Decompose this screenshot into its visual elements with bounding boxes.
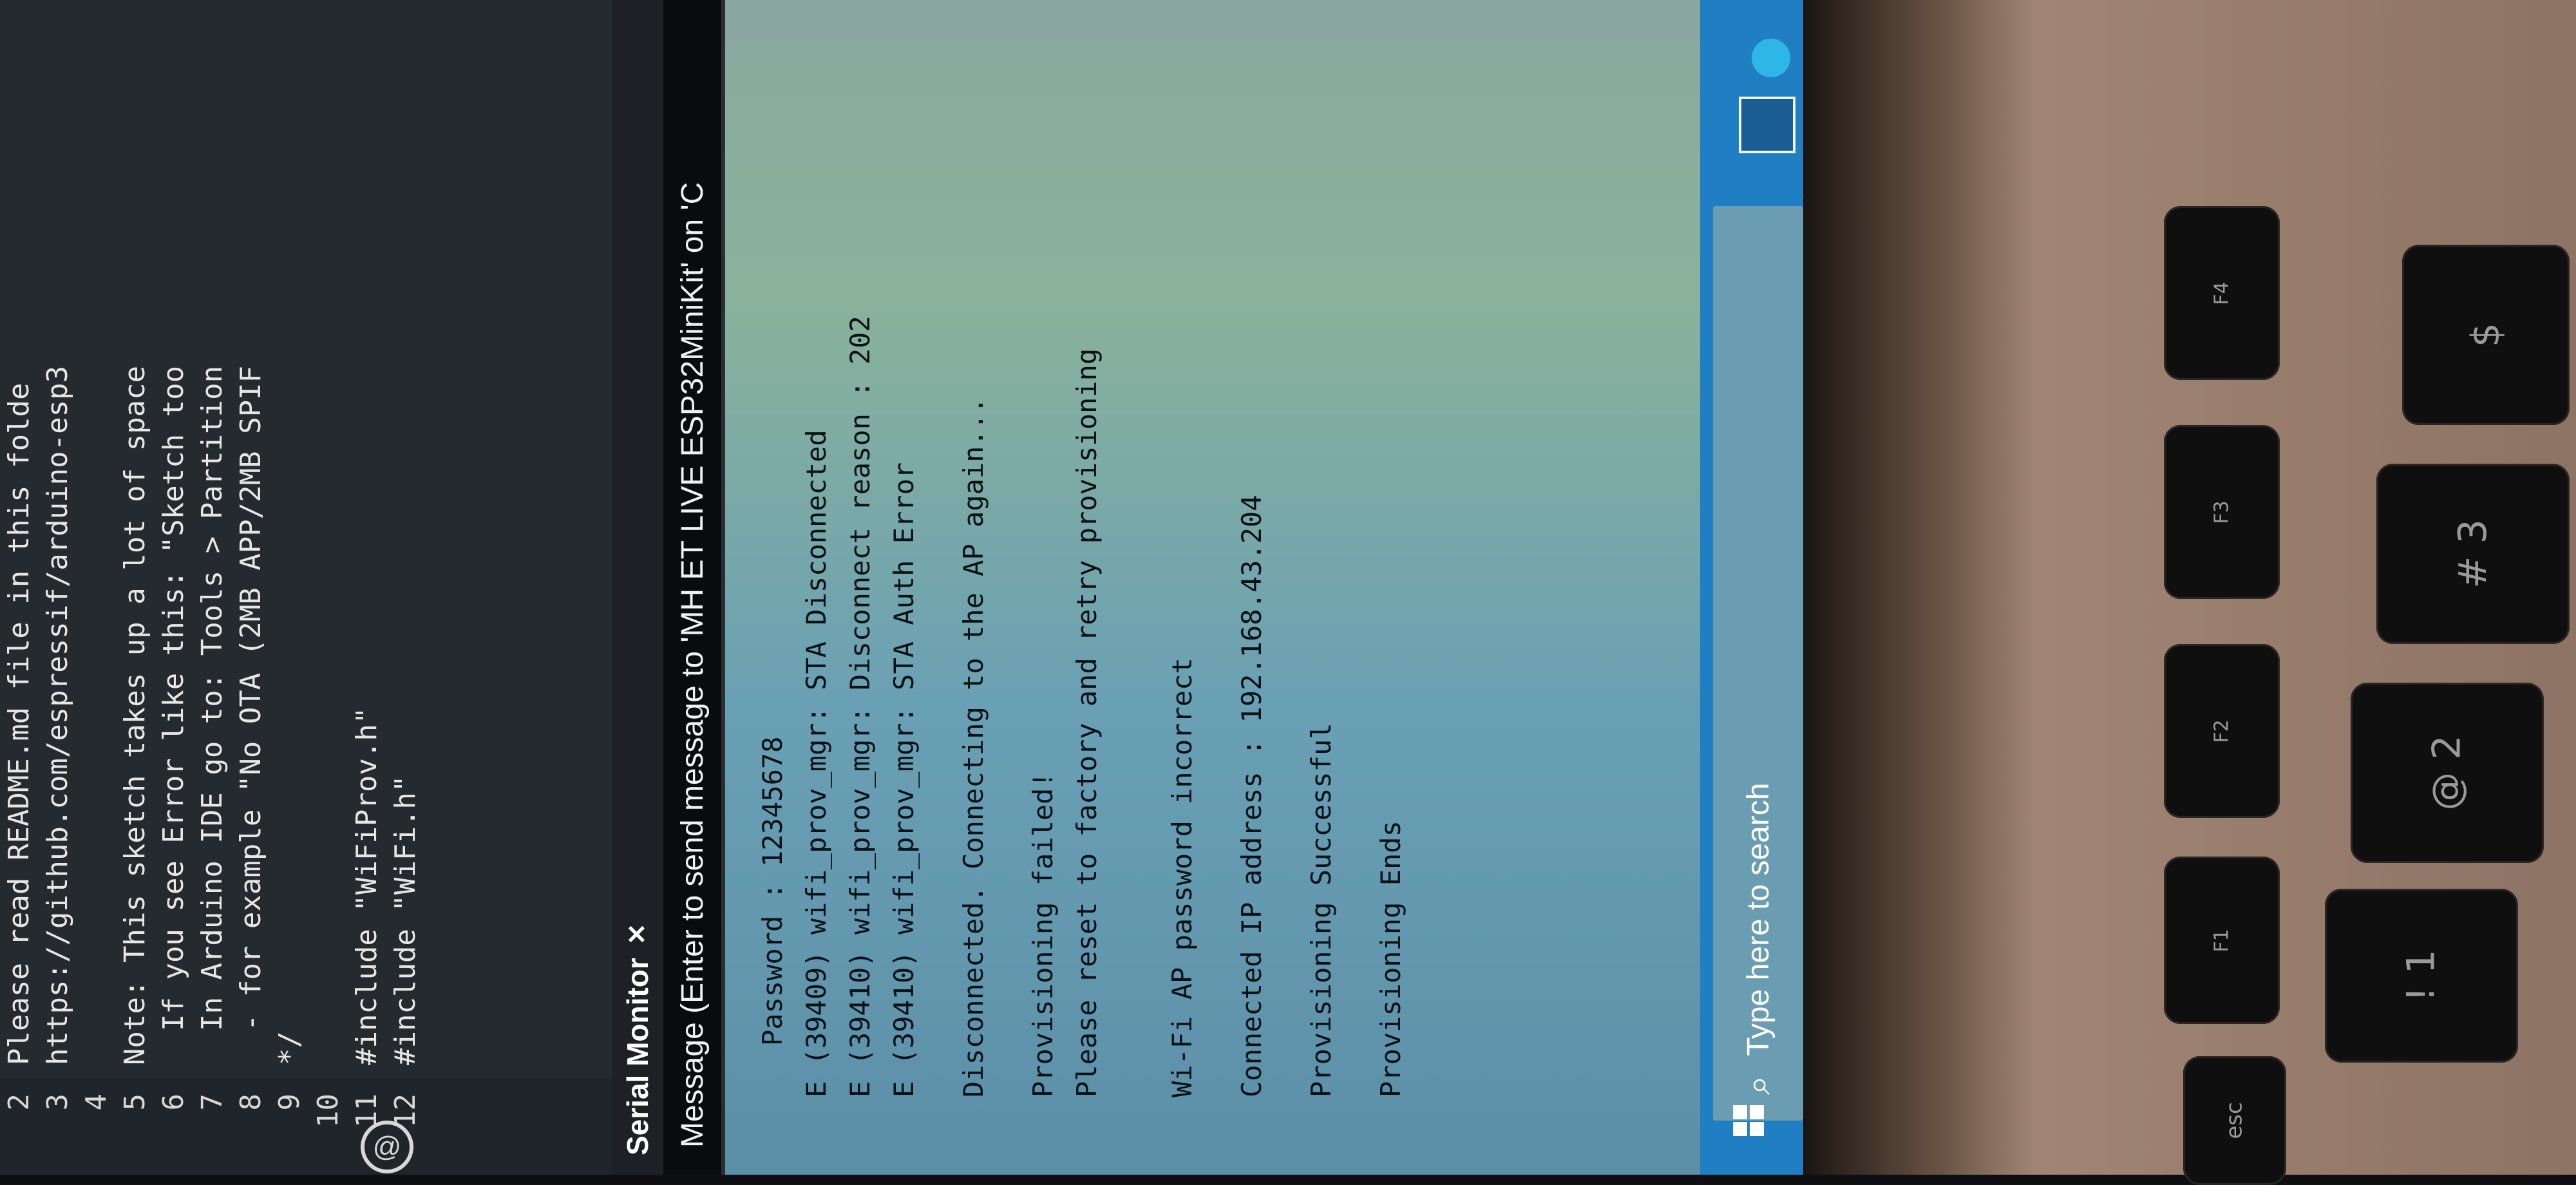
serial-monitor-tab-bar: Serial Monitor ✕ [612, 0, 663, 1175]
line-number: 3 [41, 1094, 74, 1111]
output-line: Connected IP address : 192.168.43.204 [1236, 495, 1267, 1097]
line-number: 6 [157, 1094, 190, 1111]
code-line-include: #include "WiFi.h" [389, 775, 422, 1065]
code-line: If you see Error like this: "Sketch too [157, 365, 190, 1065]
tab-serial-monitor[interactable]: Serial Monitor ✕ [620, 924, 655, 1155]
serial-monitor-tab-label: Serial Monitor [621, 958, 654, 1155]
output-line: Please reset to factory and retry provis… [1071, 348, 1103, 1097]
keyboard: esc F1 F2 F3 F4 ! 1 @ 2 # 3 $ [2080, 0, 2576, 1185]
windows-start-icon[interactable] [1716, 1088, 1781, 1153]
code-line: Please read README.md file in this folde [3, 383, 35, 1065]
output-line: Provisioning failed! [1027, 772, 1059, 1097]
line-number: 8 [234, 1094, 267, 1111]
key-1[interactable]: ! 1 [2325, 889, 2518, 1063]
output-line: Provisioning Ends [1375, 820, 1406, 1097]
code-line: Note: This sketch takes up a lot of spac… [118, 365, 151, 1065]
line-number: 2 [3, 1094, 35, 1111]
output-line: E (39410) wifi_prov_mgr: Disconnect reas… [844, 316, 876, 1097]
key-f3[interactable]: F3 [2164, 425, 2280, 599]
key-f1[interactable]: F1 [2164, 857, 2280, 1024]
line-number: 5 [118, 1094, 151, 1111]
key-f4[interactable]: F4 [2164, 206, 2280, 380]
serial-message-input[interactable] [674, 0, 711, 1149]
line-number-gutter: 2 3 4 5 6 7 8 9 10 11 12 [0, 1078, 612, 1175]
output-line: Password : 12345678 [757, 736, 788, 1046]
key-2[interactable]: @ 2 [2351, 683, 2544, 863]
output-line: Disconnected. Connecting to the AP again… [958, 397, 989, 1097]
code-text-area[interactable]: Please read README.md file in this folde… [0, 0, 612, 1078]
rotated-screen-content: 2 3 4 5 6 7 8 9 10 11 12 Please read REA… [0, 0, 1803, 1175]
line-number: 4 [80, 1094, 113, 1111]
key-f2[interactable]: F2 [2164, 644, 2280, 818]
laptop-screen: 2 3 4 5 6 7 8 9 10 11 12 Please read REA… [0, 0, 1835, 1175]
serial-output: Password : 12345678 E (39409) wifi_prov_… [725, 0, 1803, 1175]
line-number: 9 [273, 1094, 306, 1111]
code-line: - for example "No OTA (2MB APP/2MB SPIF [234, 365, 267, 1065]
close-icon[interactable]: ✕ [623, 924, 652, 945]
output-line: E (39409) wifi_prov_mgr: STA Disconnecte… [800, 430, 832, 1097]
browser-icon[interactable] [1752, 39, 1790, 77]
code-editor: 2 3 4 5 6 7 8 9 10 11 12 Please read REA… [0, 0, 612, 1175]
code-line: In Arduino IDE go to: Tools > Partition [196, 365, 229, 1065]
output-line: E (39410) wifi_prov_mgr: STA Auth Error [888, 462, 920, 1097]
message-input-bar [663, 0, 725, 1175]
search-placeholder: Type here to search [1741, 782, 1776, 1056]
code-line: https://github.com/espressif/arduino-esp… [41, 365, 74, 1065]
code-line-include: #include "WiFiProv.h" [350, 706, 383, 1065]
store-icon[interactable] [1739, 97, 1795, 153]
line-number: 10 [312, 1094, 345, 1128]
at-sign-icon: @ [361, 1121, 413, 1173]
output-line: Provisioning Successful [1305, 723, 1337, 1097]
key-esc[interactable]: esc [2183, 1056, 2286, 1185]
key-3[interactable]: # 3 [2376, 464, 2570, 644]
taskbar-search-box[interactable]: ⌕ Type here to search [1713, 206, 1803, 1121]
key-4[interactable]: $ [2402, 245, 2570, 425]
line-number: 7 [196, 1094, 229, 1111]
output-line: Wi-Fi AP password incorrect [1166, 658, 1198, 1097]
code-line: */ [273, 1031, 306, 1065]
